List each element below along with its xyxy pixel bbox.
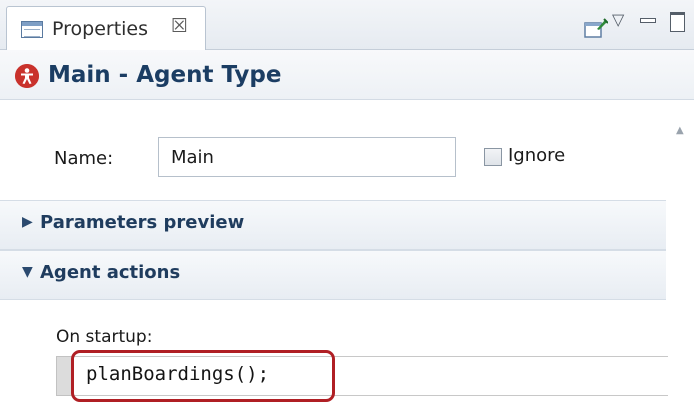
- scroll-up-arrow-icon[interactable]: ▲: [676, 126, 684, 136]
- expand-arrow-icon: ▶: [22, 214, 33, 230]
- tab-title: Properties: [52, 18, 149, 40]
- name-field[interactable]: [158, 137, 456, 177]
- section-title: Parameters preview: [40, 212, 245, 233]
- page-title: Main - Agent Type: [48, 62, 282, 88]
- pin-editor-icon[interactable]: [584, 17, 608, 39]
- maximize-icon[interactable]: [670, 12, 685, 32]
- properties-view-icon: [21, 21, 43, 38]
- properties-view: Properties ☒ ▽ Main - Agent Type Name: I…: [0, 0, 694, 404]
- ignore-checkbox[interactable]: [484, 148, 502, 166]
- on-startup-label: On startup:: [56, 327, 153, 347]
- collapse-arrow-icon: ▼: [22, 264, 33, 280]
- minimize-icon[interactable]: [640, 18, 656, 23]
- view-menu-icon[interactable]: ▽: [612, 12, 624, 28]
- section-agent-actions[interactable]: ▼ Agent actions: [0, 250, 666, 300]
- code-gutter: [56, 356, 74, 396]
- properties-tab[interactable]: Properties ☒: [6, 6, 206, 50]
- ignore-label: Ignore: [508, 145, 566, 166]
- section-title: Agent actions: [40, 262, 181, 283]
- on-startup-code[interactable]: planBoardings();: [86, 363, 269, 385]
- view-tab-bar: Properties ☒ ▽: [0, 0, 694, 50]
- section-parameters-preview[interactable]: ▶ Parameters preview: [0, 200, 666, 250]
- name-label: Name:: [54, 148, 114, 169]
- close-icon[interactable]: ☒: [171, 17, 188, 36]
- agent-type-icon: [15, 64, 39, 88]
